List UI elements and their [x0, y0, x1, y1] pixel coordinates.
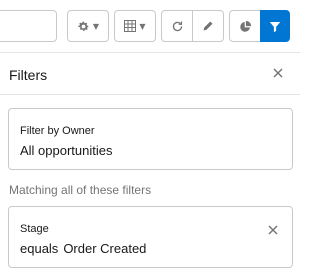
charts-button[interactable] [229, 10, 261, 42]
filter-condition: equals Order Created [20, 241, 146, 256]
filters-button[interactable] [260, 10, 290, 42]
filter-operator: equals [20, 241, 59, 256]
close-icon [273, 68, 283, 78]
search-list-input[interactable] [0, 10, 57, 42]
toolbar-divider [0, 52, 300, 53]
filter-owner-label: Filter by Owner [20, 125, 95, 137]
gear-icon [78, 21, 89, 31]
filter-funnel-icon [269, 21, 281, 32]
filter-value: Order Created [63, 241, 147, 256]
list-view-controls-button[interactable]: ▼ [67, 10, 109, 42]
remove-filter-button[interactable] [267, 223, 279, 235]
refresh-button[interactable] [161, 10, 193, 42]
filter-owner-value: All opportunities [20, 143, 113, 158]
filter-item-stage[interactable]: Stage equals Order Created [8, 206, 293, 268]
list-view-toolbar: ▼ ▼ [0, 0, 300, 50]
close-icon [268, 225, 278, 235]
filter-by-owner-card[interactable]: Filter by Owner All opportunities [8, 108, 293, 170]
chevron-down-icon: ▼ [92, 21, 100, 31]
panel-header-divider [0, 94, 300, 95]
close-panel-button[interactable] [271, 66, 285, 80]
pencil-icon [203, 21, 213, 31]
refresh-icon [172, 20, 182, 31]
filter-logic-note: Matching all of these filters [9, 183, 152, 197]
display-as-button[interactable]: ▼ [114, 10, 156, 42]
chevron-down-icon: ▼ [139, 21, 146, 31]
pie-chart-icon [239, 20, 251, 32]
edit-list-button[interactable] [192, 10, 224, 42]
filter-field-label: Stage [20, 223, 49, 235]
table-icon [124, 20, 137, 32]
panel-title: Filters [9, 67, 48, 83]
